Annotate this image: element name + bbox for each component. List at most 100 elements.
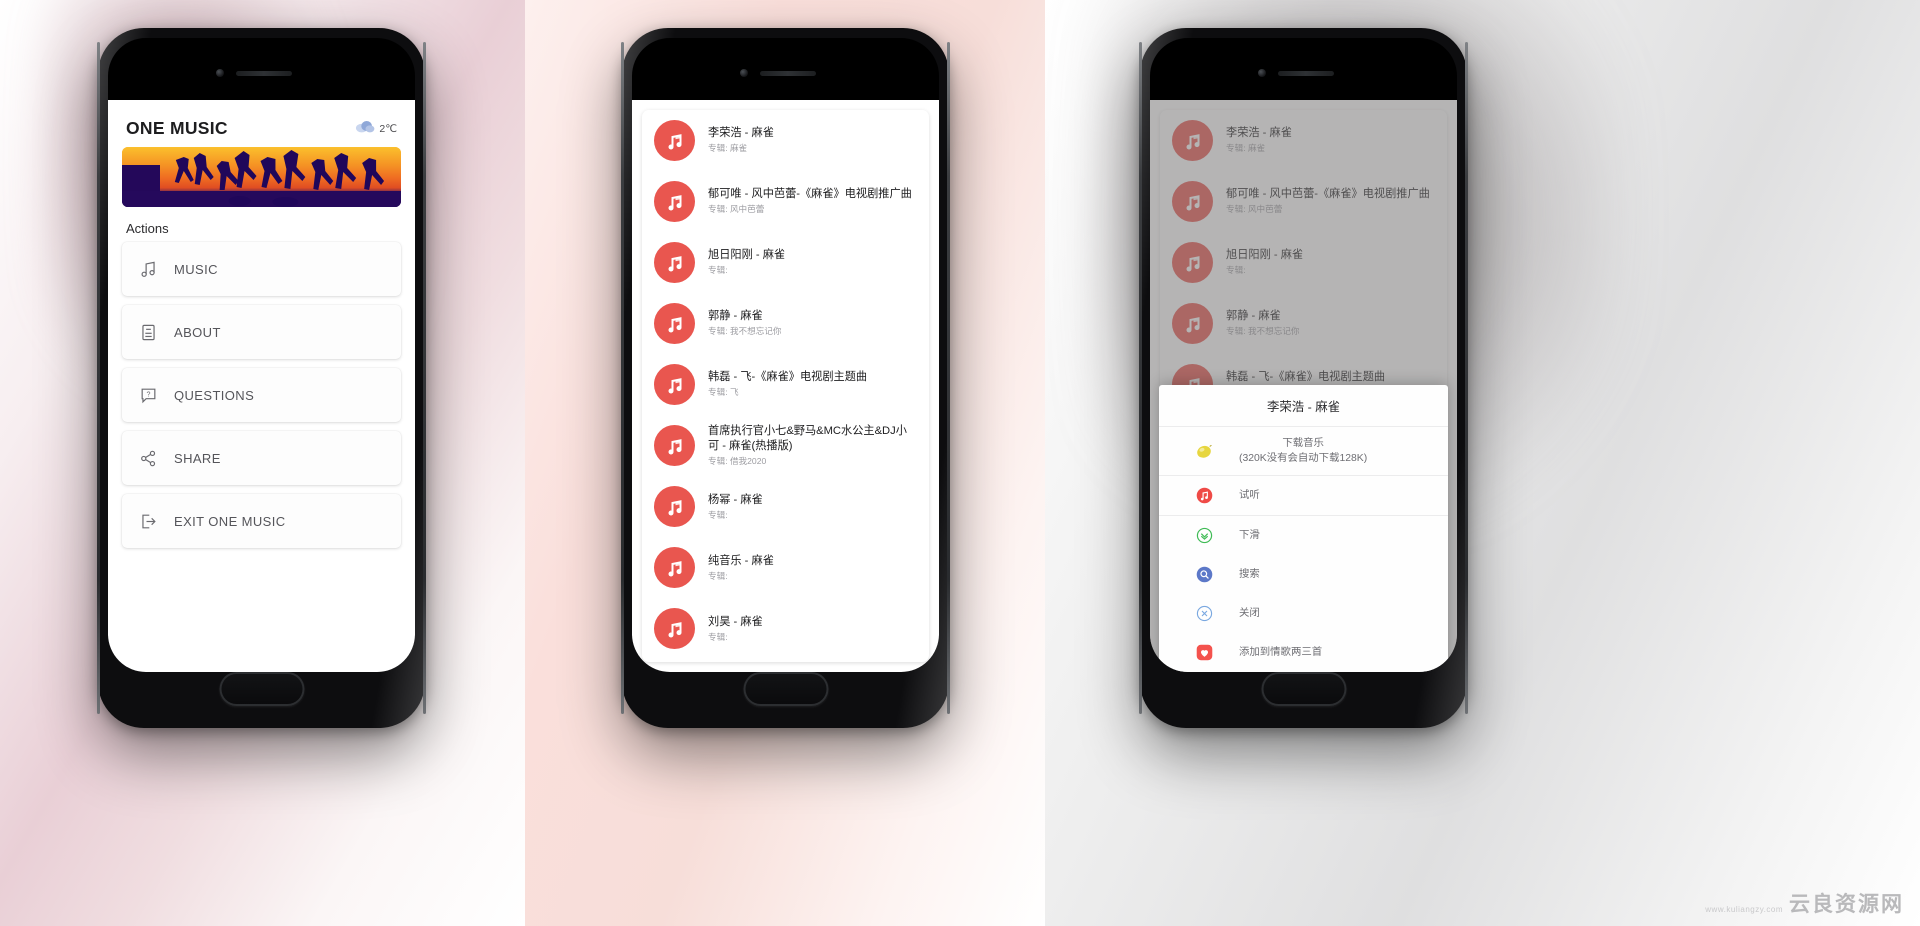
album-art-icon [654, 242, 695, 283]
share-icon [122, 449, 174, 468]
music-note-icon [122, 260, 174, 279]
front-camera-icon [740, 69, 748, 77]
song-list-item[interactable]: 杨幂 - 麻雀专辑: [642, 476, 929, 537]
song-album: 专辑: 飞 [708, 387, 739, 398]
phone3-edge-left [1139, 42, 1142, 714]
question-bubble-icon: ? [122, 386, 174, 405]
hero-banner-image [122, 147, 401, 207]
album-art-icon [654, 181, 695, 222]
song-album: 专辑: 风中芭蕾 [708, 204, 765, 215]
song-options-dialog: 李荣浩 - 麻雀 下载音乐 (320K没有会自动下载128K) 试听 下滑 搜索… [1159, 384, 1448, 672]
song-list-item[interactable]: 旭日阳刚 - 麻雀专辑: [642, 232, 929, 293]
phone2-edge-right [947, 42, 950, 714]
song-album: 专辑: [708, 265, 728, 276]
song-meta: 杨幂 - 麻雀专辑: [708, 493, 917, 521]
album-art-icon [654, 608, 695, 650]
exit-icon [122, 512, 174, 531]
song-title: 杨幂 - 麻雀 [708, 493, 763, 506]
action-item-music[interactable]: MUSIC [122, 242, 401, 296]
section-label-actions: Actions [126, 221, 169, 236]
phone-mockup-3: 李荣浩 - 麻雀专辑: 麻雀郁可唯 - 风中芭蕾-《麻雀》电视剧推广曲专辑: 风… [1139, 28, 1468, 728]
watermark: www.kuliangzy.com 云良资源网 [1705, 888, 1904, 918]
song-meta: 旭日阳刚 - 麻雀专辑: [708, 248, 917, 276]
front-camera-icon [1258, 69, 1266, 77]
phone2-edge-left [621, 42, 624, 714]
dialog-item-label: 添加到情歌两三首 [1239, 646, 1323, 658]
earpiece-speaker [236, 71, 292, 76]
lemon-icon [1169, 442, 1239, 460]
song-title: 韩磊 - 飞-《麻雀》电视剧主题曲 [708, 371, 868, 384]
song-meta: 纯音乐 - 麻雀专辑: [708, 554, 917, 582]
album-art-icon [654, 120, 695, 161]
heart-icon [1169, 644, 1239, 661]
dialog-item-search[interactable]: 搜索 [1159, 555, 1448, 594]
song-title: 李荣浩 - 麻雀 [708, 127, 774, 140]
song-album: 专辑: 麻雀 [708, 143, 748, 154]
home-button[interactable] [743, 672, 828, 706]
song-list-item[interactable]: 首席执行官小七&野马&MC水公主&DJ小可 - 麻雀(热播版) 专辑: 借我202… [642, 415, 929, 476]
dialog-item-add-to-playlist[interactable]: 添加到情歌两三首 [1159, 633, 1448, 672]
album-art-icon [654, 547, 695, 589]
dialog-item-sublabel: (320K没有会自动下载128K) [1239, 452, 1368, 464]
song-album: 专辑: [708, 570, 728, 581]
song-list-item[interactable]: 郭静 - 麻雀专辑: 我不想忘记你 [642, 293, 929, 354]
watermark-sub: www.kuliangzy.com [1705, 905, 1783, 914]
song-list-item[interactable]: 刘昊 - 麻雀专辑: [642, 598, 929, 659]
home-button[interactable] [1261, 672, 1346, 706]
dialog-item-label: 试听 [1239, 489, 1260, 501]
song-title: 刘昊 - 麻雀 [708, 615, 763, 628]
song-list[interactable]: 李荣浩 - 麻雀 专辑: 麻雀 郁可唯 - 风中芭蕾-《麻雀》电视剧推广曲 专辑: 风… [642, 110, 929, 662]
close-circle-icon [1169, 605, 1239, 622]
song-meta: 刘昊 - 麻雀专辑: [708, 615, 917, 643]
song-meta: 郁可唯 - 风中芭蕾-《麻雀》电视剧推广曲专辑: 风中芭蕾 [708, 187, 917, 215]
song-list-item[interactable]: 郁可唯 - 风中芭蕾-《麻雀》电视剧推广曲专辑: 风中芭蕾 [642, 171, 929, 232]
chevron-down-circle-icon [1169, 527, 1239, 544]
song-list-item[interactable]: 韩磊 - 飞-《麻雀》电视剧主题曲专辑: 飞 [642, 354, 929, 415]
dialog-item-label: 关闭 [1239, 607, 1260, 619]
dialog-item-label: 下载音乐 [1282, 437, 1324, 449]
song-title: 旭日阳刚 - 麻雀 [708, 249, 786, 262]
song-title: 郁可唯 - 风中芭蕾-《麻雀》电视剧推广曲 [708, 188, 912, 201]
weather-widget[interactable]: 2℃ [355, 119, 397, 138]
action-label: EXIT ONE MUSIC [174, 513, 286, 529]
temperature-label: 2℃ [379, 122, 397, 135]
phone2-notch [632, 38, 939, 100]
page-title: ONE MUSIC [126, 118, 228, 138]
dialog-item-text: 下载音乐 (320K没有会自动下载128K) [1239, 436, 1367, 466]
screenshot-stage: ONE MUSIC 2℃ Actions MUSIC ABOUT ? QUEST… [0, 0, 1920, 926]
song-album: 专辑: 借我2020 [708, 456, 767, 467]
song-title: 纯音乐 - 麻雀 [708, 554, 774, 567]
music-note-red-icon [1169, 487, 1239, 504]
phone-mockup-1: ONE MUSIC 2℃ Actions MUSIC ABOUT ? QUEST… [97, 28, 426, 728]
phone1-app-content: ONE MUSIC 2℃ Actions MUSIC ABOUT ? QUEST… [108, 100, 415, 672]
phone1-edge-right [423, 42, 426, 714]
action-item-exit[interactable]: EXIT ONE MUSIC [122, 494, 401, 548]
phone1-notch [108, 38, 415, 100]
dialog-item-preview[interactable]: 试听 [1159, 476, 1448, 515]
earpiece-speaker [1278, 71, 1334, 76]
document-icon [122, 323, 174, 342]
home-button[interactable] [219, 672, 304, 706]
dialog-item-download[interactable]: 下载音乐 (320K没有会自动下载128K) [1159, 427, 1448, 475]
song-meta: 李荣浩 - 麻雀专辑: 麻雀 [708, 126, 917, 154]
action-item-questions[interactable]: ? QUESTIONS [122, 368, 401, 422]
earpiece-speaker [760, 71, 816, 76]
phone3-app-content: 李荣浩 - 麻雀专辑: 麻雀郁可唯 - 风中芭蕾-《麻雀》电视剧推广曲专辑: 风… [1150, 100, 1457, 672]
dialog-item-scroll-down[interactable]: 下滑 [1159, 516, 1448, 555]
dialog-item-label: 下滑 [1239, 529, 1260, 541]
actions-list: MUSIC ABOUT ? QUESTIONS SHARE EXIT ONE M… [108, 242, 415, 548]
action-item-about[interactable]: ABOUT [122, 305, 401, 359]
phone1-edge-left [97, 42, 100, 714]
action-item-share[interactable]: SHARE [122, 431, 401, 485]
album-art-icon [654, 303, 695, 344]
phone3-edge-right [1465, 42, 1468, 714]
dialog-title: 李荣浩 - 麻雀 [1267, 399, 1340, 414]
song-album: 专辑: [708, 509, 728, 520]
dialog-item-close[interactable]: 关闭 [1159, 594, 1448, 633]
app-header: ONE MUSIC 2℃ [108, 100, 415, 143]
phone3-notch [1150, 38, 1457, 100]
phone3-screen: 李荣浩 - 麻雀专辑: 麻雀郁可唯 - 风中芭蕾-《麻雀》电视剧推广曲专辑: 风… [1150, 38, 1457, 672]
song-list-item[interactable]: 李荣浩 - 麻雀专辑: 麻雀 [642, 110, 929, 171]
action-label: QUESTIONS [174, 387, 255, 403]
song-list-item[interactable]: 纯音乐 - 麻雀专辑: [642, 537, 929, 598]
